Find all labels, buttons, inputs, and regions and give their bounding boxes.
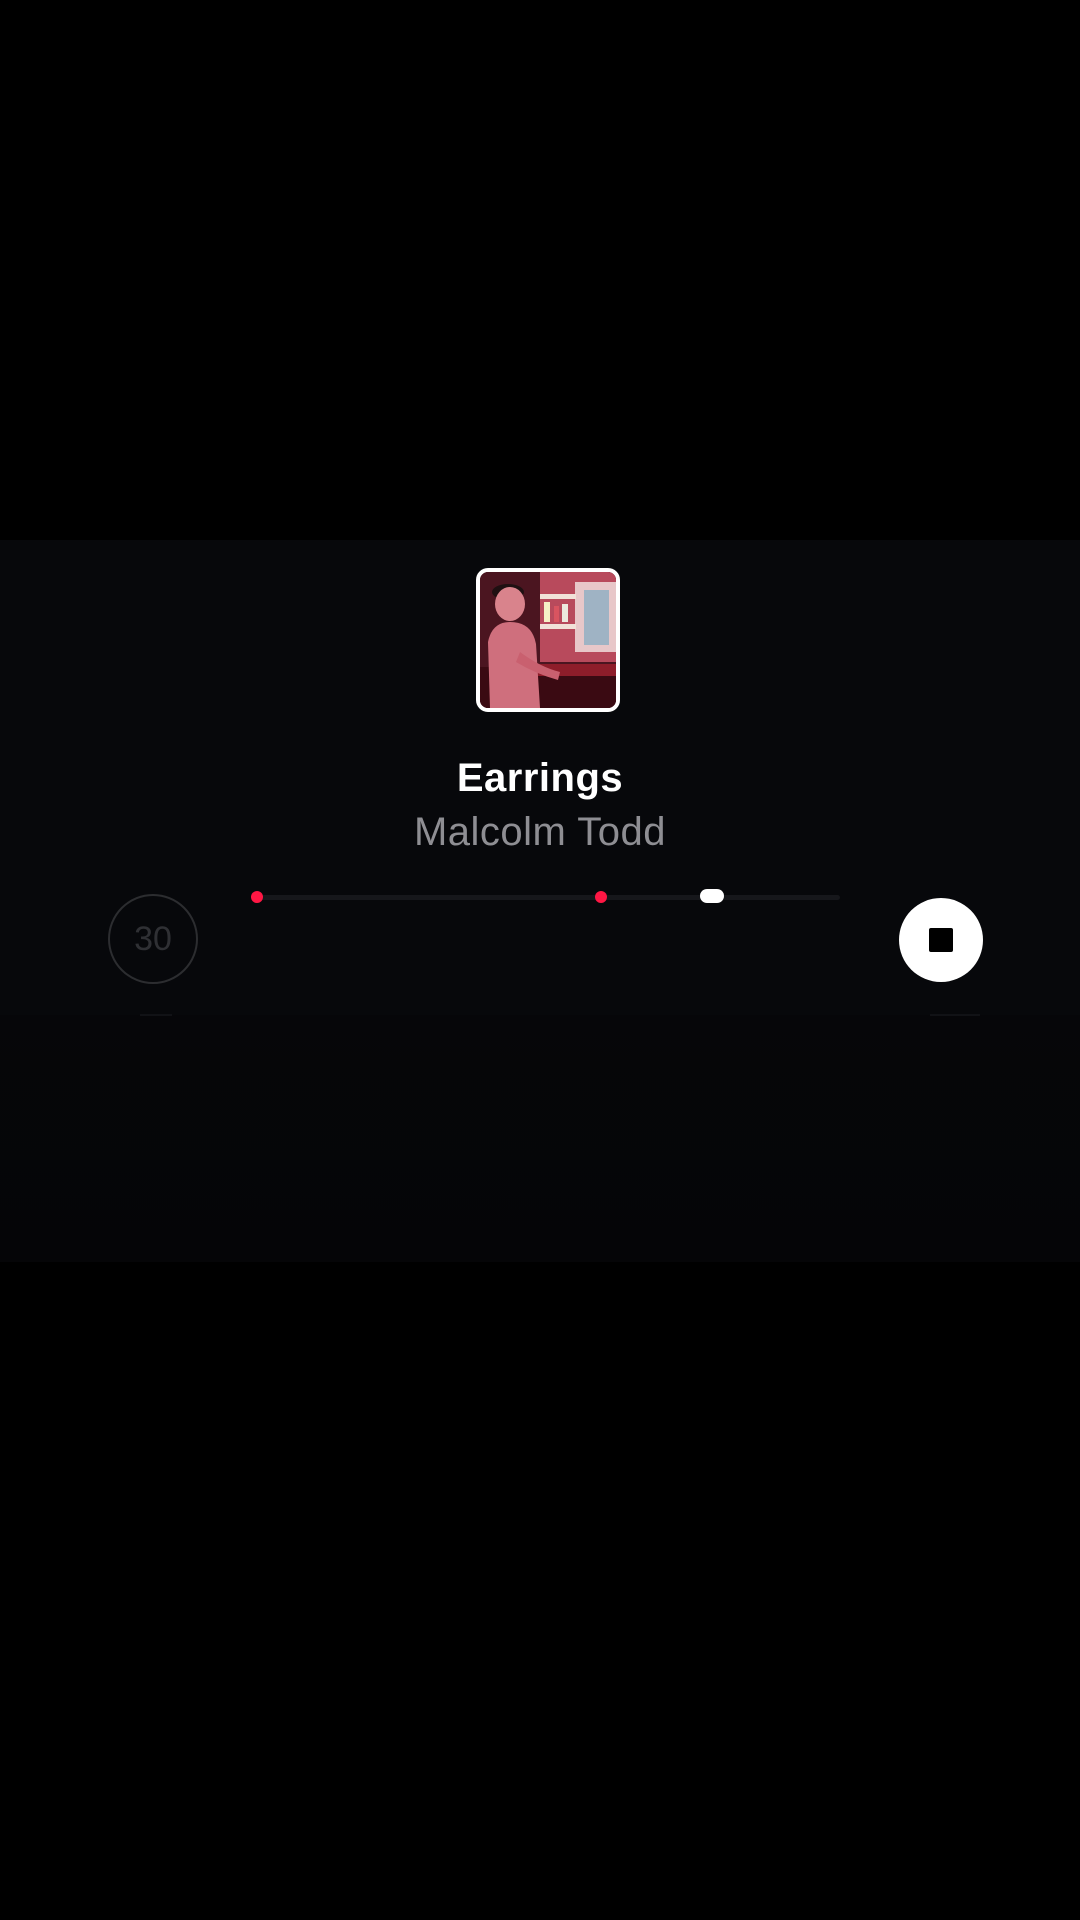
progress-scrubber[interactable] — [251, 887, 840, 907]
stop-button[interactable] — [899, 898, 983, 982]
scrubber-track — [257, 895, 840, 900]
scrubber-marker — [251, 891, 263, 903]
track-artist[interactable]: Malcolm Todd — [0, 808, 1080, 856]
scrubber-thumb[interactable] — [699, 889, 724, 903]
album-artwork-image — [480, 572, 616, 708]
screen: Earrings Malcolm Todd 30 — [0, 0, 1080, 1920]
album-artwork[interactable] — [476, 568, 620, 712]
stop-icon — [929, 928, 953, 952]
divider — [930, 1014, 980, 1016]
divider — [140, 1014, 172, 1016]
skip-30-icon: 30 — [134, 920, 172, 958]
now-playing-sheet: Earrings Malcolm Todd 30 — [0, 540, 1080, 1262]
scrubber-marker — [594, 891, 607, 903]
track-title: Earrings — [456, 756, 624, 800]
skip-30-button[interactable]: 30 — [108, 894, 198, 984]
